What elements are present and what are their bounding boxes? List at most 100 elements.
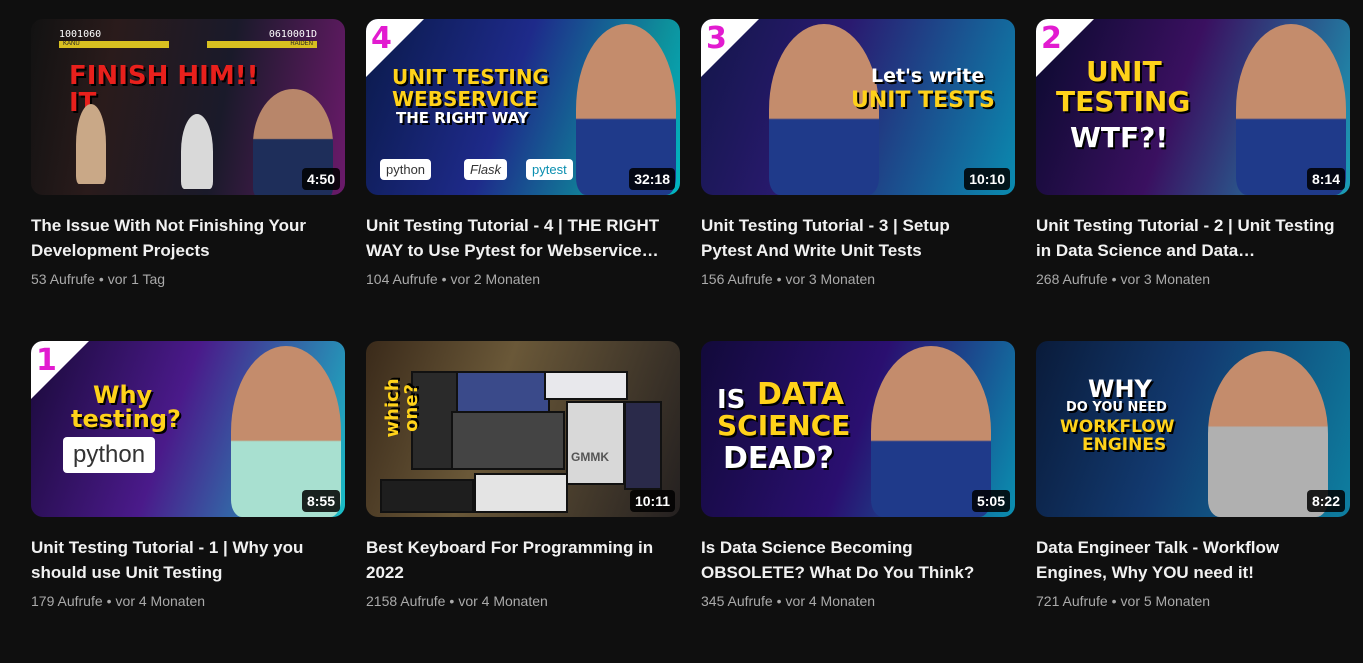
video-card[interactable]: 4 UNIT TESTING WEBSERVICE THE RIGHT WAY … (366, 19, 680, 341)
video-thumbnail[interactable]: IS DATA SCIENCE DEAD? 5:05 (701, 341, 1015, 517)
meta-separator: • (1111, 593, 1117, 609)
video-thumbnail[interactable]: WHY DO YOU NEED WORKFLOW ENGINES 8:22 (1036, 341, 1350, 517)
video-duration: 10:11 (629, 490, 675, 512)
thumbnail-overlay-text: WHY (1088, 375, 1152, 403)
video-duration: 8:22 (1306, 490, 1345, 512)
thumbnail-overlay-text: DATA (757, 377, 845, 412)
video-card[interactable]: 2 UNIT TESTING WTF?! 8:14 Unit Testing T… (1036, 19, 1350, 341)
python-logo: python (63, 437, 156, 473)
meta-separator: • (776, 271, 782, 287)
view-count: 104 Aufrufe (366, 271, 438, 287)
keyboard-image (624, 401, 662, 490)
thumbnail-overlay-text: THE RIGHT WAY (396, 109, 529, 127)
thumbnail-overlay-text: UNIT TESTING (392, 65, 549, 89)
view-count: 345 Aufrufe (701, 593, 773, 609)
video-metadata: 721 Aufrufe • vor 5 Monaten (1036, 591, 1350, 611)
video-thumbnail[interactable]: which one? GMMK 10:11 (366, 341, 680, 517)
pytest-logo: pytest (526, 159, 573, 180)
video-title[interactable]: Unit Testing Tutorial - 4 | THE RIGHT WA… (366, 213, 666, 263)
video-grid: 1001060 0610001D KANU RAIDEN FINISH HIM!… (31, 19, 1350, 663)
video-card[interactable]: IS DATA SCIENCE DEAD? 5:05 Is Data Scien… (701, 341, 1015, 663)
video-duration: 10:10 (964, 168, 1010, 190)
keyboard-brand-label: GMMK (571, 450, 609, 464)
video-title[interactable]: Unit Testing Tutorial - 3 | Setup Pytest… (701, 213, 1001, 263)
video-thumbnail[interactable]: 1 Why testing? python 8:55 (31, 341, 345, 517)
hud-name-left: KANU (63, 41, 80, 47)
video-duration: 4:50 (301, 168, 340, 190)
episode-number: 3 (706, 21, 727, 56)
meta-separator: • (776, 593, 782, 609)
video-thumbnail[interactable]: 3 Let's write UNIT TESTS 10:10 (701, 19, 1015, 195)
video-card[interactable]: 3 Let's write UNIT TESTS 10:10 Unit Test… (701, 19, 1015, 341)
video-metadata: 156 Aufrufe • vor 3 Monaten (701, 269, 1015, 289)
thumbnail-overlay-text: DEAD? (723, 441, 834, 476)
video-title[interactable]: The Issue With Not Finishing Your Develo… (31, 213, 331, 263)
video-title[interactable]: Best Keyboard For Programming in 2022 (366, 535, 666, 585)
thumbnail-overlay-text: UNIT TESTS (851, 88, 995, 113)
upload-age: vor 1 Tag (107, 271, 166, 287)
thumbnail-overlay-text: Let's write (871, 65, 985, 87)
view-count: 2158 Aufrufe (366, 593, 446, 609)
video-title[interactable]: Is Data Science Becoming OBSOLETE? What … (701, 535, 1001, 585)
video-card[interactable]: 1 Why testing? python 8:55 Unit Testing … (31, 341, 345, 663)
view-count: 268 Aufrufe (1036, 271, 1108, 287)
thumbnail-overlay-text: WTF?! (1070, 121, 1169, 154)
video-metadata: 53 Aufrufe • vor 1 Tag (31, 269, 345, 289)
thumbnail-overlay-text: ENGINES (1082, 435, 1167, 455)
python-logo: python (380, 159, 432, 180)
keyboard-image (474, 473, 568, 513)
upload-age: vor 4 Monaten (115, 593, 206, 609)
video-thumbnail[interactable]: 4 UNIT TESTING WEBSERVICE THE RIGHT WAY … (366, 19, 680, 195)
thumbnail-overlay-text: DO YOU NEED (1066, 400, 1167, 415)
upload-age: vor 3 Monaten (785, 271, 876, 287)
keyboard-image (380, 479, 474, 513)
keyboard-image (566, 401, 625, 485)
meta-separator: • (449, 593, 455, 609)
meta-separator: • (441, 271, 447, 287)
view-count: 53 Aufrufe (31, 271, 95, 287)
upload-age: vor 3 Monaten (1120, 271, 1211, 287)
thumbnail-overlay-text: SCIENCE (717, 409, 851, 442)
keyboard-image (451, 411, 565, 470)
video-duration: 8:55 (301, 490, 340, 512)
video-title[interactable]: Data Engineer Talk - Workflow Engines, W… (1036, 535, 1336, 585)
video-card[interactable]: which one? GMMK 10:11 Best Keyboard For … (366, 341, 680, 663)
video-duration: 5:05 (971, 490, 1010, 512)
video-duration: 8:14 (1306, 168, 1345, 190)
upload-age: vor 5 Monaten (1120, 593, 1211, 609)
video-card[interactable]: 1001060 0610001D KANU RAIDEN FINISH HIM!… (31, 19, 345, 341)
keyboard-image (544, 371, 628, 400)
video-title[interactable]: Unit Testing Tutorial - 2 | Unit Testing… (1036, 213, 1336, 263)
video-metadata: 345 Aufrufe • vor 4 Monaten (701, 591, 1015, 611)
hud-name-right: RAIDEN (290, 41, 313, 47)
video-metadata: 179 Aufrufe • vor 4 Monaten (31, 591, 345, 611)
view-count: 156 Aufrufe (701, 271, 773, 287)
thumbnail-overlay-text: testing? (71, 405, 181, 433)
meta-separator: • (1111, 271, 1117, 287)
meta-separator: • (106, 593, 112, 609)
upload-age: vor 4 Monaten (458, 593, 548, 609)
view-count: 721 Aufrufe (1036, 593, 1108, 609)
video-thumbnail[interactable]: 2 UNIT TESTING WTF?! 8:14 (1036, 19, 1350, 195)
video-metadata: 2158 Aufrufe • vor 4 Monaten (366, 591, 680, 611)
view-count: 179 Aufrufe (31, 593, 103, 609)
upload-age: vor 2 Monaten (450, 271, 541, 287)
keyboard-image (456, 371, 550, 415)
episode-number: 2 (1041, 21, 1062, 56)
video-title[interactable]: Unit Testing Tutorial - 1 | Why you shou… (31, 535, 331, 585)
episode-number: 4 (371, 21, 392, 56)
hud-score-right: 0610001D (268, 29, 317, 40)
fighter-figure (76, 104, 106, 184)
thumbnail-overlay-text: TESTING (1056, 85, 1191, 118)
video-card[interactable]: WHY DO YOU NEED WORKFLOW ENGINES 8:22 Da… (1036, 341, 1350, 663)
thumbnail-overlay-text: which one? (382, 378, 422, 438)
thumbnail-overlay-text: UNIT (1086, 55, 1162, 88)
hud-score-left: 1001060 (59, 29, 102, 40)
meta-separator: • (98, 271, 104, 287)
video-thumbnail[interactable]: 1001060 0610001D KANU RAIDEN FINISH HIM!… (31, 19, 345, 195)
upload-age: vor 4 Monaten (785, 593, 876, 609)
fighter-figure (181, 114, 213, 189)
episode-number: 1 (36, 343, 57, 378)
thumbnail-overlay-text: WEBSERVICE (392, 87, 538, 111)
game-hud: 1001060 0610001D KANU RAIDEN (53, 29, 323, 49)
